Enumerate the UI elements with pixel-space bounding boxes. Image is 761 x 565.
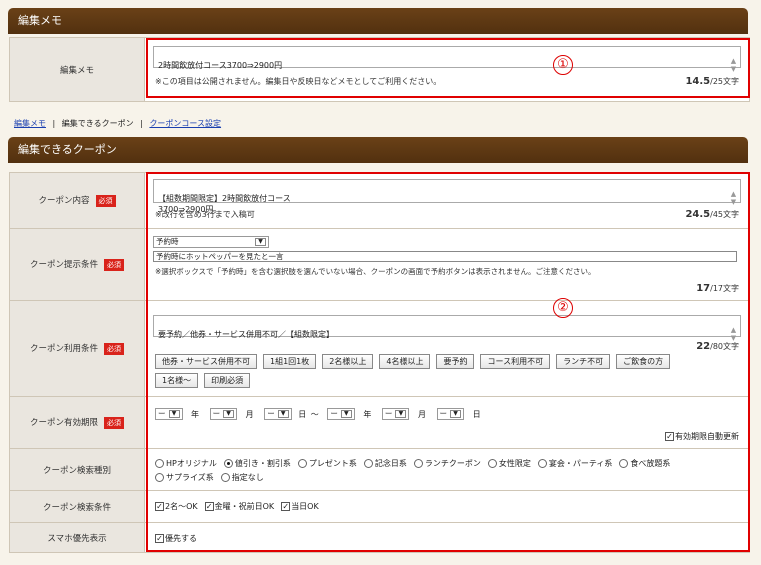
start-day-select[interactable]: ー ▼	[264, 408, 292, 420]
usage-textarea[interactable]: 要予約／他券・サービス併用不可／【組数限定】 ▲ ▼	[153, 315, 741, 342]
usage-preset-button[interactable]: 要予約	[436, 354, 475, 369]
search-type-option[interactable]: サプライズ系	[155, 473, 214, 482]
nav-current-coupon: 編集できるクーポン	[61, 119, 134, 128]
search-type-option[interactable]: 宴会・パーティ系	[537, 459, 612, 468]
check-icon[interactable]: ✓	[665, 432, 674, 441]
search-type-option[interactable]: 女性限定	[487, 459, 531, 468]
search-conditions-label-cell: クーポン検索条件	[9, 490, 145, 523]
search-type-option[interactable]: ランチクーポン	[413, 459, 481, 468]
search-type-option[interactable]: 値引き・割引系	[223, 459, 291, 468]
memo-label: 編集メモ	[59, 65, 94, 76]
usage-preset-button[interactable]: 2名様以上	[322, 354, 374, 369]
required-badge: 必須	[104, 342, 124, 355]
nav-link-memo[interactable]: 編集メモ	[14, 119, 46, 128]
end-year-select[interactable]: ー ▼	[327, 408, 355, 420]
check-icon: ✓	[155, 502, 164, 511]
validity-date-range: ー ▼ 年 ー ▼ 月 ー ▼ 日 〜 ー ▼ 年 ー ▼ 月 ー ▼ 日	[155, 408, 481, 420]
search-type-label-cell: クーポン検索種別	[9, 448, 145, 491]
coupon-form: クーポン内容 必須 【組数期間限定】2時間飲放付コース 3700⇒2900円。 ▲…	[9, 172, 750, 553]
usage-preset-button[interactable]: コース利用不可	[480, 354, 551, 369]
start-year-select[interactable]: ー ▼	[155, 408, 183, 420]
smartphone-priority-option[interactable]: ✓ 優先する	[145, 523, 749, 544]
usage-preset-button[interactable]: 他券・サービス併用不可	[155, 354, 257, 369]
memo-scrollbar[interactable]: ▲ ▼	[729, 49, 738, 73]
usage-preset-button[interactable]: 1組1回1枚	[263, 354, 317, 369]
search-type-option[interactable]: プレゼント系	[297, 459, 357, 468]
usage-preset-button[interactable]: 印刷必須	[204, 373, 251, 388]
nav-link-course[interactable]: クーポンコース設定	[149, 119, 221, 128]
check-icon: ✓	[204, 502, 214, 511]
start-month-select[interactable]: ー ▼	[209, 408, 238, 420]
chevron-down-icon: ▼	[450, 410, 462, 418]
validity-label-cell: クーポン有効期限 必須	[9, 396, 145, 449]
search-conditions-group: ✓ 2名〜OK ✓ 金曜・祝前日OK ✓ 当日OK	[145, 491, 749, 512]
memo-section-title: 編集メモ	[18, 14, 62, 27]
memo-form: 編集メモ 2時間飲放付コース3700⇒2900円 ▲ ▼ ※この項目は公開されませ…	[9, 37, 750, 102]
chevron-down-icon: ▼	[395, 410, 407, 418]
end-month-select[interactable]: ー ▼	[381, 408, 410, 420]
required-badge: 必須	[104, 258, 124, 271]
search-type-radio-group: HPオリジナル 値引き・割引系 プレゼント系 記念日系 ランチクーポン 女性限定 宴会・パー…	[145, 449, 749, 485]
section-nav: 編集メモ | 編集できるクーポン | クーポンコース設定	[14, 119, 222, 128]
search-type-option[interactable]: 記念日系	[363, 459, 407, 468]
coupon-content-textarea[interactable]: 【組数期間限定】2時間飲放付コース 3700⇒2900円。 ▲ ▼	[153, 179, 741, 214]
chevron-down-icon: ▼	[223, 410, 235, 418]
coupon-content-note: ※改行を含め3行まで入稿可	[155, 210, 255, 219]
presentation-char-count: 17/17文字	[696, 283, 739, 294]
smartphone-label-cell: スマホ優先表示	[9, 522, 145, 553]
usage-scrollbar[interactable]: ▲ ▼	[729, 318, 738, 342]
annotation-number-1: ①	[553, 55, 573, 75]
coupon-section-header: 編集できるクーポン	[8, 137, 748, 163]
search-condition-option[interactable]: ✓ 当日OK	[281, 502, 319, 511]
annotation-number-2: ②	[553, 298, 573, 318]
coupon-section-title: 編集できるクーポン	[18, 143, 117, 156]
chevron-down-icon: ▼	[277, 410, 289, 418]
required-badge: 必須	[95, 194, 116, 207]
chevron-down-icon: ▼	[168, 410, 180, 418]
chevron-down-icon: ▼	[255, 238, 266, 246]
usage-preset-button[interactable]: ランチ不可	[556, 354, 611, 369]
memo-char-count: 14.5/25文字	[685, 76, 739, 87]
presentation-label-cell: クーポン提示条件 必須	[9, 228, 145, 301]
presentation-select[interactable]: 予約時 ▼	[153, 236, 269, 248]
presentation-input[interactable]: 予約時にホットペッパーを見たと一言	[153, 251, 737, 262]
usage-preset-button[interactable]: 4名様以上	[379, 354, 431, 369]
check-icon: ✓	[281, 502, 291, 511]
memo-text: 2時間飲放付コース3700⇒2900円	[158, 61, 283, 70]
search-type-option[interactable]: HPオリジナル	[155, 459, 217, 468]
coupon-content-scrollbar[interactable]: ▲ ▼	[729, 182, 738, 206]
search-condition-option[interactable]: ✓ 2名〜OK	[155, 502, 198, 511]
presentation-note: ※選択ボックスで「予約時」を含む選択肢を選んでいない場合、クーポンの画面で予約ボ…	[155, 267, 596, 276]
memo-note: ※この項目は公開されません。編集日や反映日などメモとしてご利用ください。	[155, 77, 442, 86]
search-type-option[interactable]: 指定なし	[220, 473, 264, 482]
chevron-down-icon: ▼	[340, 410, 352, 418]
usage-char-count: 22/80文字	[696, 341, 739, 352]
usage-preset-buttons: 他券・サービス併用不可 1組1回1枚 2名様以上 4名様以上 要予約 コース利用不可 ランチ…	[155, 354, 743, 392]
check-icon[interactable]: ✓	[155, 534, 164, 543]
auto-update-option[interactable]: ✓ 有効期限自動更新	[665, 431, 739, 442]
memo-textarea[interactable]: 2時間飲放付コース3700⇒2900円 ▲ ▼	[153, 46, 741, 73]
memo-input-cell: 2時間飲放付コース3700⇒2900円 ▲ ▼ ※この項目は公開されません。編集日…	[144, 37, 750, 102]
memo-section-header: 編集メモ	[8, 8, 748, 34]
search-condition-option[interactable]: ✓ 金曜・祝前日OK	[204, 502, 274, 511]
required-badge: 必須	[104, 416, 124, 429]
coupon-content-char-count: 24.5/45文字	[685, 209, 739, 220]
usage-label-cell: クーポン利用条件 必須	[9, 300, 145, 397]
end-day-select[interactable]: ー ▼	[436, 408, 465, 420]
search-type-option[interactable]: 食べ放題系	[619, 459, 670, 468]
memo-label-cell: 編集メモ	[9, 37, 145, 102]
coupon-content-label-cell: クーポン内容 必須	[9, 172, 145, 229]
usage-preset-button[interactable]: 1名様〜	[155, 373, 199, 388]
usage-preset-button[interactable]: ご飲食の方	[616, 354, 671, 369]
